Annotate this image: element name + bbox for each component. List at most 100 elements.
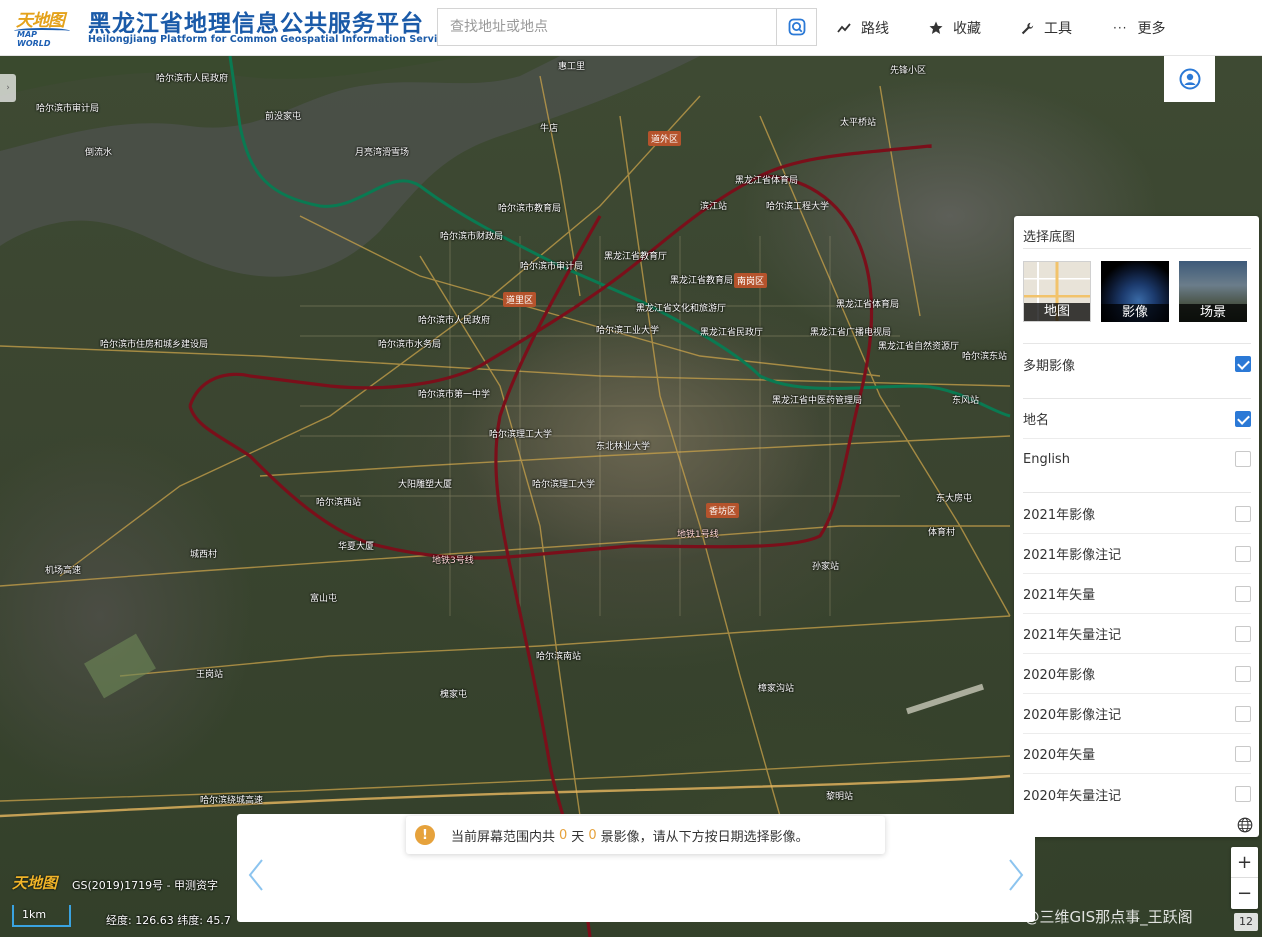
layer-checkbox[interactable] (1235, 411, 1251, 427)
more-icon: ··· (1113, 21, 1128, 35)
chevron-left-icon[interactable] (247, 858, 265, 892)
layer-checkbox[interactable] (1235, 666, 1251, 682)
nav-more[interactable]: ··· 更多 (1113, 0, 1165, 56)
layer-row[interactable]: 2020年矢量 (1023, 734, 1251, 774)
chevron-right-icon[interactable] (1007, 858, 1025, 892)
nav-tools-label: 工具 (1044, 21, 1072, 37)
notice-days-unit: 天 (571, 829, 585, 845)
layer-checkbox[interactable] (1235, 451, 1251, 467)
basemap-option-label: 场景 (1179, 304, 1247, 322)
basemap-panel: 选择底图 地图 影像 场景 多期影像 地名 English 2021年影像 20… (1014, 216, 1259, 837)
layer-row[interactable]: 2021年影像 (1023, 494, 1251, 534)
scale-bar: 1km (12, 905, 71, 927)
map-label: 黎明站 (826, 792, 854, 802)
layer-label: 2020年影像注记 (1023, 708, 1122, 723)
nav-route[interactable]: 路线 (837, 0, 889, 56)
map-label: 樟家沟站 (758, 684, 795, 694)
map-label: 哈尔滨理工大学 (489, 430, 553, 440)
zoom-in-button[interactable]: + (1231, 847, 1258, 878)
map-label: 哈尔滨绕城高速 (200, 796, 264, 806)
map-label: 大阳雕塑大厦 (398, 480, 453, 490)
map-label: 哈尔滨市人民政府 (156, 74, 229, 84)
nav-favorites[interactable]: 收藏 (929, 0, 981, 56)
coordinate-readout: 经度: 126.63 纬度: 45.7 (106, 914, 231, 927)
basemap-option-label: 地图 (1024, 303, 1090, 321)
metro-label: 地铁1号线 (677, 530, 719, 540)
map-label: 哈尔滨南站 (536, 652, 582, 662)
map-label: 牛店 (540, 124, 559, 134)
divider (1023, 492, 1251, 493)
map-label: 黑龙江省文化和旅游厅 (636, 304, 727, 314)
star-icon (929, 21, 943, 35)
layer-checkbox[interactable] (1235, 356, 1251, 372)
songhua-river (0, 56, 700, 277)
map-label: 黑龙江省中医药管理局 (772, 396, 863, 406)
basemap-option-map[interactable]: 地图 (1023, 261, 1091, 322)
imagery-notice: ! 当前屏幕范围内共 0 天 0 景影像，请从下方按日期选择影像。 (406, 816, 885, 854)
tianditu-logo[interactable]: 天地图 MAP WORLD (14, 6, 72, 48)
layer-row[interactable]: 2020年影像 (1023, 654, 1251, 694)
layer-row[interactable]: 2021年矢量注记 (1023, 614, 1251, 654)
map-label: 惠工里 (558, 62, 586, 72)
zoom-level-indicator: 12 (1234, 913, 1258, 931)
nav-favorites-label: 收藏 (953, 21, 981, 37)
basemap-option-imagery[interactable]: 影像 (1101, 261, 1169, 322)
nav-tools[interactable]: 工具 (1021, 0, 1072, 56)
layer-row-multi-period[interactable]: 多期影像 (1023, 344, 1251, 384)
layer-row[interactable]: 2021年矢量 (1023, 574, 1251, 614)
map-label: 富山屯 (310, 594, 338, 604)
map-label: 黑龙江省体育局 (836, 300, 900, 310)
map-label: 哈尔滨市第一中学 (418, 390, 491, 400)
metro-label: 地铁3号线 (432, 556, 474, 566)
map-label: 哈尔滨东站 (962, 352, 1008, 362)
search-input[interactable] (438, 9, 776, 45)
district-label: 道里区 (503, 292, 537, 307)
zoom-out-button[interactable]: − (1231, 878, 1258, 909)
basemap-option-scene[interactable]: 场景 (1179, 261, 1247, 322)
map-label: 东北林业大学 (596, 442, 651, 452)
district-label: 道外区 (648, 131, 682, 146)
top-header: 天地图 MAP WORLD 黑龙江省地理信息公共服务平台 Heilongjian… (0, 0, 1262, 56)
layer-row[interactable]: 2020年矢量注记 (1023, 774, 1251, 814)
panel-title: 选择底图 (1023, 230, 1076, 245)
route-icon (837, 22, 851, 34)
layer-label: English (1023, 451, 1070, 467)
layer-label: 2020年矢量注记 (1023, 788, 1122, 804)
map-label: 哈尔滨西站 (316, 498, 362, 508)
side-collapse-tab[interactable]: › (0, 74, 16, 102)
user-button[interactable] (1164, 56, 1215, 102)
layer-label: 2021年影像 (1023, 508, 1096, 523)
layer-checkbox[interactable] (1235, 706, 1251, 722)
globe-icon[interactable] (1237, 817, 1253, 833)
layer-checkbox[interactable] (1235, 546, 1251, 562)
district-label: 香坊区 (706, 503, 740, 518)
map-label: 倒流水 (85, 148, 113, 158)
layer-row[interactable]: 2020年影像注记 (1023, 694, 1251, 734)
platform-title: 黑龙江省地理信息公共服务平台 (88, 11, 424, 37)
platform-subtitle: Heilongjiang Platform for Common Geospat… (88, 34, 456, 45)
map-label: 哈尔滨市住房和城乡建设局 (100, 340, 209, 350)
layer-row[interactable]: 2021年影像注记 (1023, 534, 1251, 574)
layer-checkbox[interactable] (1235, 786, 1251, 802)
notice-days-count: 0 (559, 827, 568, 843)
layer-checkbox[interactable] (1235, 746, 1251, 762)
layer-checkbox[interactable] (1235, 626, 1251, 642)
search-button[interactable] (776, 9, 816, 45)
map-label: 东风站 (952, 396, 980, 406)
scale-label: 1km (22, 908, 47, 921)
layer-row-place-names[interactable]: 地名 (1023, 399, 1251, 439)
layer-label: 2021年矢量 (1023, 588, 1096, 603)
map-label: 哈尔滨工程大学 (766, 202, 830, 212)
notice-prefix: 当前屏幕范围内共 (451, 829, 556, 845)
layer-checkbox[interactable] (1235, 506, 1251, 522)
copyright-text: GS(2019)1719号 - 甲测资字 (72, 879, 219, 892)
map-label: 月亮湾滑雪场 (355, 148, 410, 158)
map-label: 黑龙江省广播电视局 (810, 328, 892, 338)
map-label: 先锋小区 (890, 66, 927, 76)
layer-label: 2020年影像 (1023, 668, 1096, 683)
map-label: 黑龙江省教育局 (670, 276, 734, 286)
layer-row-english[interactable]: English (1023, 439, 1251, 479)
map-label: 太平桥站 (840, 118, 877, 128)
layer-checkbox[interactable] (1235, 586, 1251, 602)
map-label: 哈尔滨工业大学 (596, 326, 660, 336)
